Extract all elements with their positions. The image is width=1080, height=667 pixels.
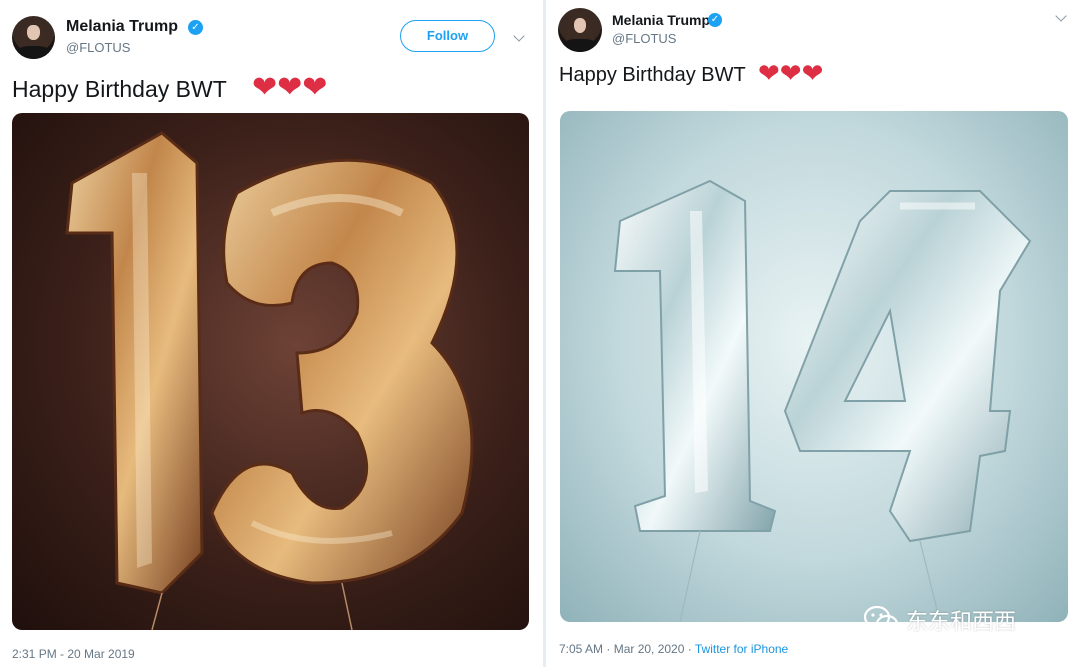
heart-icon: ❤ (779, 58, 802, 88)
chevron-down-icon[interactable] (1054, 10, 1070, 26)
tweet-card-2019: Melania Trump ✓ @FLOTUS Follow Happy Bir… (0, 0, 543, 667)
watermark-text: 东东和西西 (906, 610, 1017, 635)
avatar[interactable] (12, 16, 55, 59)
gold-balloons-13-image (65, 131, 474, 630)
heart-icon: ❤ (801, 58, 824, 88)
avatar[interactable] (558, 8, 602, 52)
chevron-down-icon[interactable] (512, 30, 528, 46)
heart-icon: ❤ (758, 58, 780, 88)
follow-button[interactable]: Follow (400, 20, 495, 52)
wechat-icon (863, 605, 899, 635)
source-link[interactable]: Twitter for iPhone (695, 642, 788, 656)
handle[interactable]: @FLOTUS (612, 31, 676, 46)
heart-icon: ❤ (252, 71, 278, 104)
display-name[interactable]: Melania Trump (66, 18, 178, 36)
heart-icon: ❤ (277, 71, 303, 104)
display-name[interactable]: Melania Trump (612, 12, 710, 28)
tweet-photo-gold-balloons[interactable] (12, 113, 529, 630)
timestamp-text: 7:05 AM · Mar 20, 2020 · (559, 642, 695, 656)
handle[interactable]: @FLOTUS (66, 40, 130, 55)
verified-badge-icon: ✓ (708, 13, 722, 27)
heart-emojis: ❤❤❤ (758, 58, 823, 89)
tweet-timestamp[interactable]: 7:05 AM · Mar 20, 2020 · Twitter for iPh… (559, 642, 788, 656)
verified-badge-icon: ✓ (188, 20, 203, 35)
tweet-text: Happy Birthday BWT (559, 64, 746, 86)
heart-emojis: ❤❤❤ (252, 70, 327, 105)
heart-icon: ❤ (302, 71, 328, 104)
tweet-timestamp[interactable]: 2:31 PM - 20 Mar 2019 (12, 647, 135, 661)
silver-balloons-14-image (613, 179, 1032, 622)
tweet-text: Happy Birthday BWT (12, 76, 227, 102)
tweet-card-2020: Melania Trump ✓ @FLOTUS Happy Birthday B… (546, 0, 1080, 667)
wechat-watermark: 东东和西西 (863, 603, 1017, 637)
tweet-photo-silver-balloons[interactable] (560, 111, 1068, 622)
